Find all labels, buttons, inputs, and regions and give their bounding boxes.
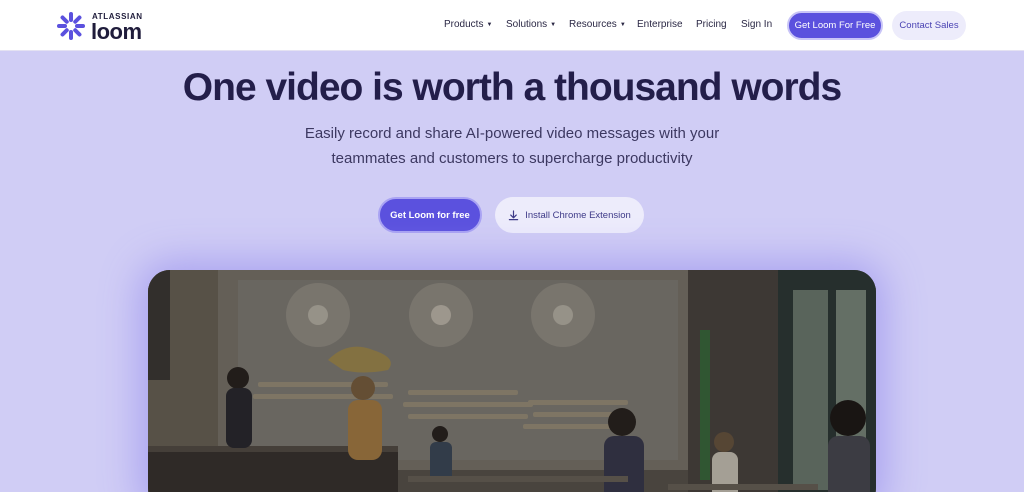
nav-item-solutions[interactable]: Solutions ▼ — [506, 19, 556, 30]
hero-subtitle-line-1: Easily record and share AI-powered video… — [304, 125, 720, 142]
hero-subtitle-line-2: teammates and customers to supercharge p… — [331, 150, 693, 167]
chevron-down-icon: ▼ — [550, 22, 557, 28]
nav-item-resources[interactable]: Resources ▼ — [569, 19, 626, 30]
contact-sales-button[interactable]: Contact Sales — [892, 11, 966, 40]
get-loom-free-nav-button[interactable]: Get Loom For Free — [787, 11, 883, 40]
nav-item-label: Resources — [569, 19, 617, 30]
chevron-down-icon: ▼ — [486, 22, 493, 28]
nav-item-enterprise[interactable]: Enterprise — [637, 19, 683, 30]
cafe-office-video-still — [148, 270, 876, 492]
nav-item-pricing[interactable]: Pricing — [696, 19, 727, 30]
get-loom-free-hero-button[interactable]: Get Loom for free — [378, 197, 482, 233]
nav-item-products[interactable]: Products ▼ — [444, 19, 492, 30]
chevron-down-icon: ▼ — [619, 22, 626, 28]
download-icon — [508, 209, 519, 220]
install-chrome-extension-button[interactable]: Install Chrome Extension — [495, 197, 644, 233]
hero-subtitle: Easily record and share AI-powered video… — [262, 121, 762, 171]
nav-item-label: Solutions — [506, 19, 548, 30]
hero-title: One video is worth a thousand words — [182, 66, 842, 109]
install-chrome-extension-label: Install Chrome Extension — [525, 209, 631, 221]
nav-item-sign-in[interactable]: Sign In — [741, 19, 772, 30]
nav-item-label: Products — [444, 19, 484, 30]
hero-video[interactable] — [148, 270, 876, 492]
top-navigation: ATLASSIAN loom Products ▼ Solutions ▼ Reso… — [0, 0, 1024, 51]
